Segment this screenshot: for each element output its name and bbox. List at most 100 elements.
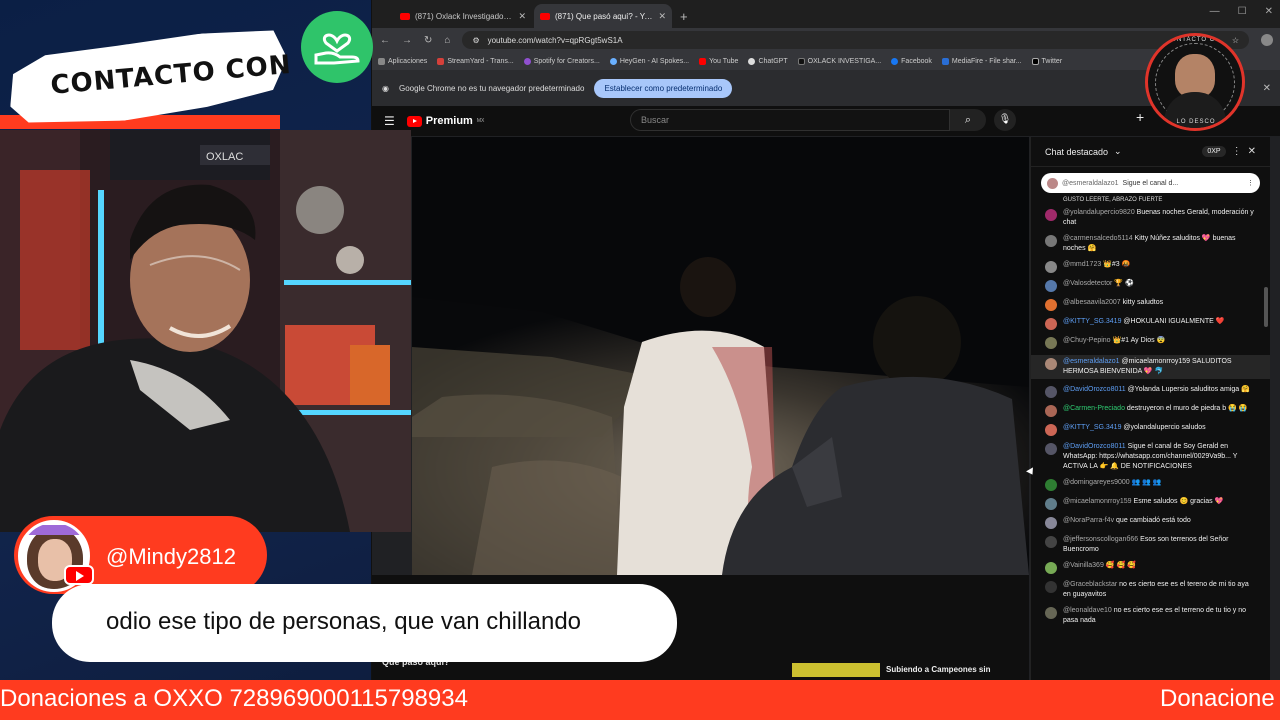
chat-message[interactable]: @albesaavila2007 kitty saludtos (1045, 298, 1256, 311)
chat-message[interactable]: @Graceblackstar no es cierto ese es el t… (1045, 580, 1256, 600)
chat-message[interactable]: @Vainilla369 🥰 🥰 🥰 (1045, 561, 1256, 574)
chat-username[interactable]: @DavidOrozco8011 (1063, 443, 1126, 450)
bookmark-twitter[interactable]: Twitter (1031, 57, 1062, 65)
home-icon[interactable]: ⌂ (444, 35, 450, 46)
avatar (1045, 498, 1057, 510)
chat-message[interactable]: @DavidOrozco8011 @Yolanda Lupersio salud… (1045, 385, 1256, 398)
logo-text-top: CONTACTO CON (1165, 37, 1227, 43)
omnibox[interactable]: ⚙ youtube.com/watch?v=qpRGgt5wS1A ☆ (462, 31, 1249, 49)
chat-username[interactable]: @jeffersonscolloganб66 (1063, 536, 1138, 543)
pinned-message[interactable]: @esmeraldalazo1 Sigue el canal d... ⋮ (1041, 173, 1260, 193)
chat-message[interactable]: @DavidOrozco8011 Sigue el canal de Soy G… (1045, 442, 1256, 472)
chat-username[interactable]: @carmensalcedo5114 (1063, 235, 1133, 242)
more-options-icon[interactable]: ⋮ (1247, 179, 1254, 187)
chat-message[interactable]: @mmd1723 👑#3 🤬 (1045, 260, 1256, 273)
bookmark-facebook[interactable]: Facebook (891, 57, 932, 65)
bookmark-mediafire[interactable]: MediaFire - File shar... (941, 57, 1022, 65)
bookmark-apps[interactable]: Aplicaciones (378, 57, 427, 65)
streamyard-icon (437, 57, 445, 65)
video-player[interactable] (412, 137, 1029, 575)
minimize-icon[interactable]: — (1210, 6, 1220, 17)
avatar (1045, 479, 1057, 491)
recommended-title[interactable]: Subiendo a Campeones sin (886, 665, 990, 674)
youtube-search-input[interactable]: Buscar (630, 109, 950, 131)
close-infobar-icon[interactable]: ✕ (1263, 83, 1271, 94)
chat-text: 🏆 ⚽ (1114, 280, 1134, 287)
chat-username[interactable]: @DavidOrozco8011 (1063, 386, 1126, 393)
chat-text: 👑#1 Ay Dios 😨 (1112, 337, 1166, 344)
chat-message[interactable]: @KITTY_SG.3419 @HOKULANI IGUALMENTE ❤️ (1045, 317, 1256, 330)
chat-message[interactable]: @Chuy-Pepino 👑#1 Ay Dios 😨 (1045, 336, 1256, 349)
tab-oxlack[interactable]: (871) Oxlack Investigador Paranormal ✕ (394, 4, 532, 28)
recommended-thumbnail[interactable] (792, 663, 880, 677)
bookmark-streamyard[interactable]: StreamYard - Trans... (437, 57, 514, 65)
chat-username[interactable]: @leonaldave10 (1063, 607, 1112, 614)
avatar (1045, 386, 1057, 398)
more-options-icon[interactable]: ⋮ (1232, 146, 1242, 157)
chat-message[interactable]: @KITTY_SG.3419 @yolandalupercio saludos (1045, 423, 1256, 436)
chat-message[interactable]: @jeffersonscolloganб66 Esos son terrenos… (1045, 535, 1256, 555)
chat-message[interactable]: @Valosdetector 🏆 ⚽ (1045, 279, 1256, 292)
chat-username[interactable]: @esmeraldalazo1 (1063, 358, 1120, 365)
youtube-icon (699, 57, 707, 65)
xp-badge[interactable]: 0XP (1202, 146, 1226, 157)
ticker-text: Donaciones a OXXO 728969000115798934 (0, 685, 468, 712)
chat-message[interactable]: @yolandalupercio9820 Buenas noches Geral… (1045, 208, 1256, 228)
avatar (1045, 443, 1057, 455)
bookmark-spotify[interactable]: Spotify for Creators... (523, 57, 600, 65)
youtube-badge-icon (64, 565, 94, 585)
close-tab-icon[interactable]: ✕ (518, 11, 526, 22)
bookmark-heygen[interactable]: HeyGen - AI Spokes... (609, 57, 689, 65)
reload-icon[interactable]: ↻ (424, 35, 432, 46)
facebook-icon (891, 57, 899, 65)
chat-username[interactable]: @Chuy-Pepino (1063, 337, 1111, 344)
chat-text: que cambiadó está todo (1116, 517, 1191, 524)
chat-username[interactable]: @Graceblackstar (1063, 581, 1117, 588)
back-icon[interactable]: ← (380, 35, 390, 46)
tab-que-paso[interactable]: (871) Que pasó aquí? - YouTube ✕ (534, 4, 672, 28)
chat-scrollbar[interactable] (1264, 287, 1268, 327)
new-tab-icon[interactable]: + (674, 9, 694, 28)
chat-username[interactable]: @KITTY_SG.3419 (1063, 318, 1121, 325)
youtube-logo[interactable]: Premium MX (406, 115, 484, 127)
channel-logo: CONTACTO CON LO DESCO (1145, 33, 1245, 131)
menu-icon[interactable]: ☰ (384, 114, 395, 128)
chat-message[interactable]: @carmensalcedo5114 Kitty Núñez saluditos… (1045, 234, 1256, 254)
chatgpt-icon (748, 57, 756, 65)
forward-icon[interactable]: → (402, 35, 412, 46)
site-info-icon[interactable]: ⚙ (472, 36, 479, 45)
chat-message[interactable]: @leonaldave10 no es cierto ese es el ter… (1045, 606, 1256, 626)
chat-username[interactable]: @mmd1723 (1063, 261, 1101, 268)
chat-username[interactable]: @domingareyes9000 (1063, 479, 1130, 486)
set-default-button[interactable]: Establecer como predeterminado (594, 78, 733, 98)
bookmark-youtube[interactable]: You Tube (699, 57, 738, 65)
search-icon[interactable]: ⌕ (950, 109, 986, 131)
chat-username[interactable]: @KITTY_SG.3419 (1063, 424, 1121, 431)
close-tab-icon[interactable]: ✕ (658, 11, 666, 22)
create-icon[interactable]: + (1136, 109, 1144, 125)
infobar-text: Google Chrome no es tu navegador predete… (398, 83, 585, 93)
avatar (1045, 424, 1057, 436)
chat-username[interactable]: @Valosdetector (1063, 280, 1112, 287)
chat-message[interactable]: @domingareyes9000 👥 👥 👥 (1045, 478, 1256, 491)
chat-username[interactable]: @albesaavila2007 (1063, 299, 1121, 306)
chat-message[interactable]: @NoraParra-f4v que cambiadó está todo (1045, 516, 1256, 529)
chat-message[interactable]: @esmeraldalazo1 @micaelamonrroy159 SALUD… (1031, 355, 1270, 379)
bookmark-chatgpt[interactable]: ChatGPT (748, 57, 788, 65)
microphone-icon[interactable]: 🎙 (994, 109, 1016, 131)
chat-username[interactable]: @Vainilla369 (1063, 562, 1104, 569)
chat-username[interactable]: @NoraParra-f4v (1063, 517, 1114, 524)
chevron-down-icon[interactable]: ⌄ (1114, 146, 1122, 157)
close-window-icon[interactable]: ✕ (1265, 6, 1273, 17)
close-chat-icon[interactable]: ✕ (1248, 146, 1256, 157)
chat-username[interactable]: @micaelamonrroy159 (1063, 498, 1132, 505)
chat-message[interactable]: @micaelamonrroy159 Esme saludos 😊 gracia… (1045, 497, 1256, 510)
youtube-header: ☰ Premium MX Buscar ⌕ 🎙 + (372, 106, 1280, 136)
chat-username[interactable]: @Carmen-Preciado (1063, 405, 1125, 412)
profile-icon[interactable] (1261, 34, 1273, 46)
chat-message[interactable]: @Carmen-Preciado destruyeron el muro de … (1045, 404, 1256, 417)
chat-username[interactable]: @yolandalupercio9820 (1063, 209, 1135, 216)
maximize-icon[interactable]: ☐ (1238, 6, 1247, 17)
bookmark-oxlack[interactable]: OXLACK INVESTIGA... (797, 57, 881, 65)
chat-mode-select[interactable]: Chat destacado (1045, 147, 1108, 157)
